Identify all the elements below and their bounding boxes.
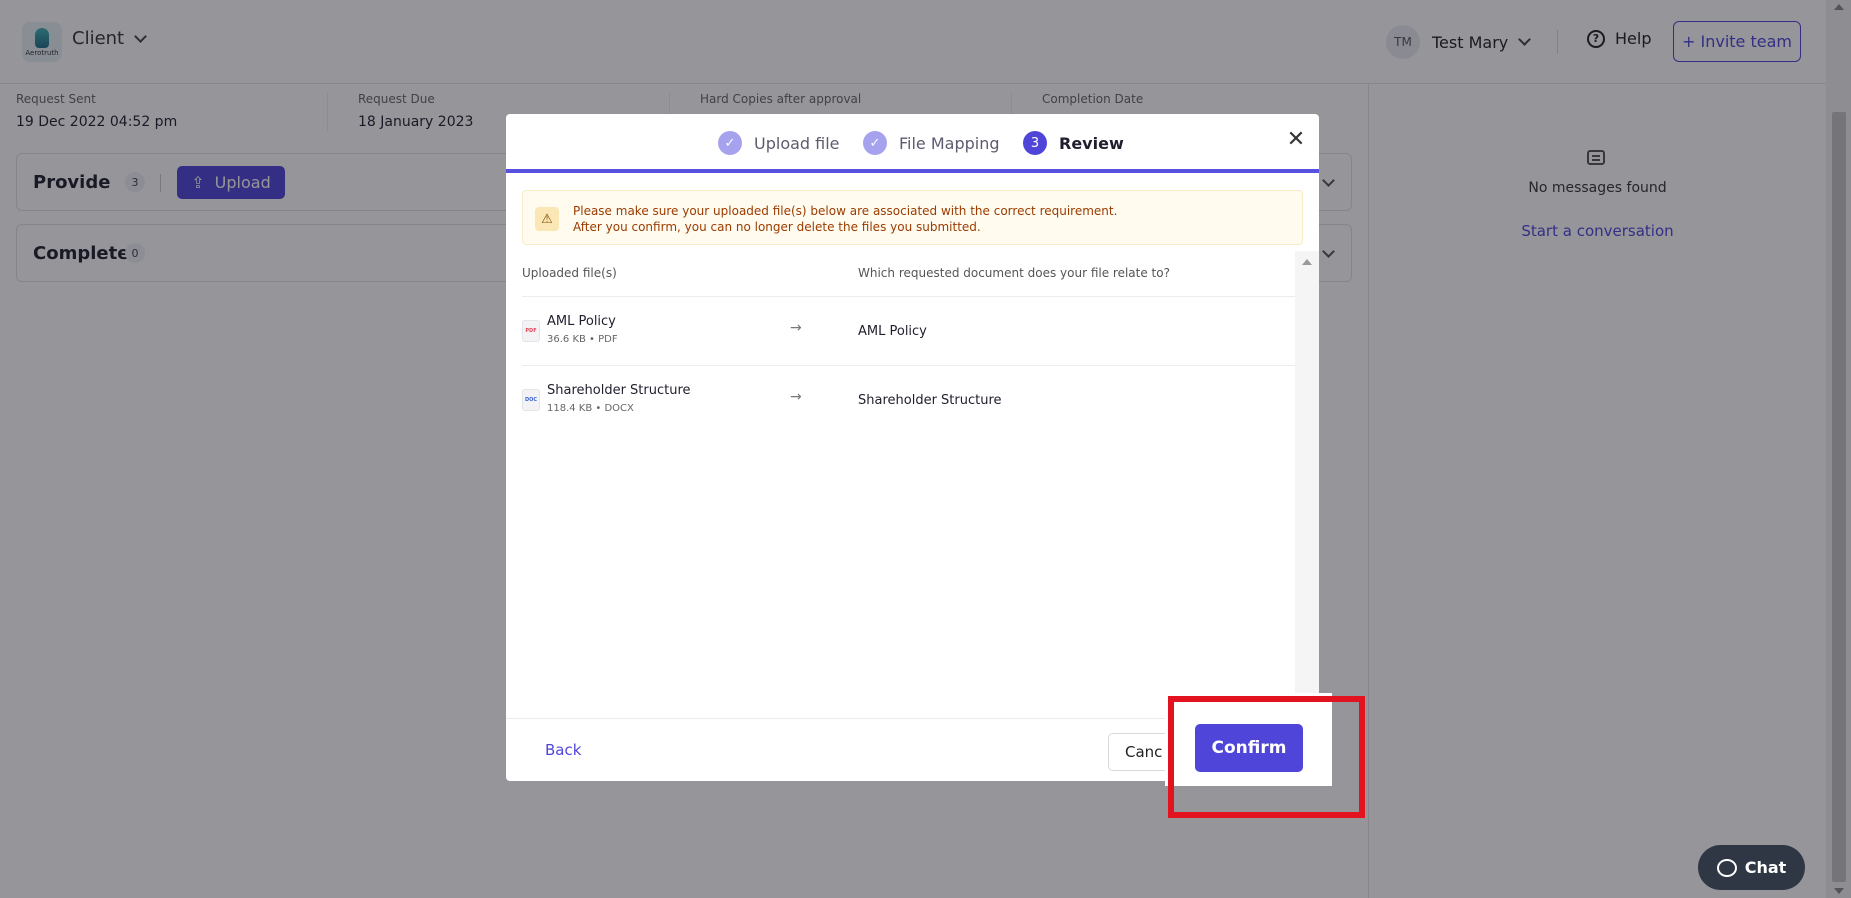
warning-icon: ⚠ (535, 207, 559, 231)
mapped-document: Shareholder Structure (858, 393, 1002, 408)
chat-label: Chat (1744, 858, 1787, 877)
step-upload-file: ✓ Upload file (718, 131, 840, 155)
chat-button[interactable]: Chat (1698, 845, 1805, 890)
file-meta: 118.4 KB • DOCX (547, 403, 634, 414)
step-label: File Mapping (899, 133, 1000, 153)
file-meta: 36.6 KB • PDF (547, 334, 618, 345)
scroll-up-icon[interactable] (1302, 259, 1312, 265)
stepper: ✓ Upload file ✓ File Mapping 3 Review ✕ (506, 114, 1319, 173)
step-file-mapping: ✓ File Mapping (863, 131, 1000, 155)
step-review: 3 Review (1023, 131, 1124, 155)
step-label: Upload file (754, 133, 840, 153)
warning-line-2: After you confirm, you can no longer del… (573, 220, 981, 234)
table-divider (522, 365, 1299, 366)
arrow-right-icon: → (790, 389, 802, 405)
modal-scrollbar[interactable] (1295, 251, 1319, 718)
mapped-document: AML Policy (858, 324, 927, 339)
close-icon[interactable]: ✕ (1285, 129, 1307, 151)
back-button[interactable]: Back (545, 741, 581, 759)
chat-bubble-icon (1716, 858, 1737, 877)
table-divider (522, 296, 1299, 297)
highlight-box (1168, 696, 1365, 818)
warning-line-1: Please make sure your uploaded file(s) b… (573, 204, 1118, 218)
warning-banner: ⚠ Please make sure your uploaded file(s)… (522, 190, 1303, 245)
step-number: 3 (1023, 131, 1047, 155)
pdf-file-icon: PDF (522, 320, 540, 342)
column-uploaded-files: Uploaded file(s) (522, 266, 617, 280)
upload-review-modal: ✓ Upload file ✓ File Mapping 3 Review ✕ … (506, 114, 1319, 781)
file-name: Shareholder Structure (547, 383, 691, 398)
check-icon: ✓ (863, 131, 887, 155)
arrow-right-icon: → (790, 320, 802, 336)
column-requested-document: Which requested document does your file … (858, 266, 1170, 280)
file-name: AML Policy (547, 314, 616, 329)
doc-file-icon: DOC (522, 389, 540, 411)
step-label: Review (1059, 133, 1124, 153)
check-icon: ✓ (718, 131, 742, 155)
